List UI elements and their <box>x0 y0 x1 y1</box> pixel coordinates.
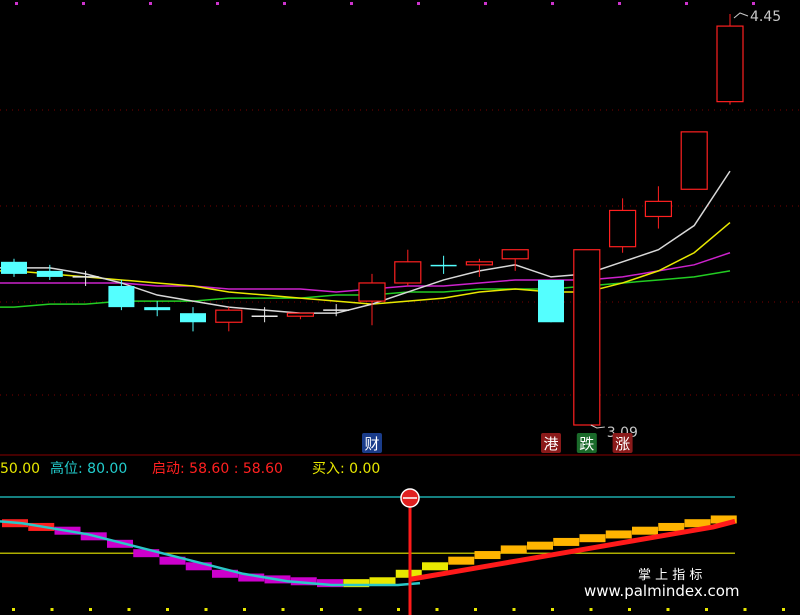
candle-body <box>358 282 386 302</box>
bottom-tick <box>743 608 747 611</box>
bottom-tick <box>512 608 516 611</box>
top-tick <box>752 2 755 5</box>
bottom-tick <box>12 608 15 611</box>
indicator-bar <box>474 551 501 560</box>
bottom-tick <box>705 608 708 611</box>
event-marker-label: 跌 <box>579 435 594 453</box>
top-tick <box>685 2 688 5</box>
bottom-tick <box>50 608 54 611</box>
candle-body <box>644 200 673 218</box>
candle-body <box>1 261 27 274</box>
candle-body <box>465 261 493 266</box>
candle <box>358 273 386 326</box>
candle-body <box>608 209 637 248</box>
legend-start: 启动: 58.60 : 58.60 <box>152 461 283 477</box>
bottom-tick <box>358 608 362 611</box>
top-tick <box>216 2 219 5</box>
candle <box>286 312 314 320</box>
top-tick <box>618 2 621 5</box>
bottom-tick <box>89 608 92 611</box>
candle-body <box>501 249 529 260</box>
candle-body <box>108 285 135 308</box>
event-marker-label: 港 <box>543 435 558 453</box>
candle <box>644 186 673 229</box>
indicator-legend: 50.00 高位: 80.00 启动: 58.60 : 58.60 买入: 0.… <box>0 460 380 477</box>
indicator-bar <box>422 562 448 571</box>
candle-body <box>144 307 171 311</box>
indicator-bar <box>500 545 527 554</box>
candle-body <box>215 309 243 323</box>
candle <box>180 307 206 332</box>
candle <box>465 258 493 277</box>
watermark-title: 掌 上 指 标 <box>638 568 702 583</box>
event-markers: 财港跌涨 <box>362 433 633 453</box>
candle <box>608 198 637 253</box>
event-marker: 财 <box>362 433 382 453</box>
event-marker-label: 涨 <box>615 435 630 453</box>
legend-buy: 买入: 0.00 <box>312 461 380 477</box>
candle-body <box>538 279 564 323</box>
indicator-bar <box>632 526 658 535</box>
top-tick <box>417 2 420 5</box>
high-pointer <box>733 12 749 19</box>
high-price-label: 4.45 <box>750 9 781 25</box>
top-tick <box>350 2 353 5</box>
bottom-tick <box>166 608 169 611</box>
candle <box>430 255 457 274</box>
candle <box>538 279 564 323</box>
candle-body <box>394 261 422 284</box>
candle <box>323 304 350 317</box>
event-marker-label: 财 <box>364 435 379 453</box>
candlesticks <box>1 14 744 426</box>
candle-body <box>680 131 708 190</box>
bottom-tick <box>435 608 439 611</box>
watermark-url: www.palmindex.com <box>584 582 740 600</box>
event-marker: 跌 <box>576 433 597 453</box>
bottom-tick <box>127 608 131 611</box>
event-marker: 港 <box>541 433 561 453</box>
candle-body <box>286 312 314 317</box>
bottom-tick <box>551 608 554 611</box>
top-tick <box>283 2 286 5</box>
top-tick <box>15 2 18 5</box>
indicator-bar <box>579 534 606 543</box>
candle-body <box>180 313 206 323</box>
indicator-bar <box>658 522 685 531</box>
legend-high-level: 高位: 80.00 <box>50 460 127 477</box>
candle <box>573 249 601 426</box>
watermark: 掌 上 指 标 www.palmindex.com <box>584 568 740 600</box>
candle <box>36 264 63 280</box>
candle-body <box>36 270 63 277</box>
event-marker: 涨 <box>612 433 633 453</box>
candle <box>144 301 171 317</box>
candle <box>215 307 243 332</box>
candle-body <box>573 249 601 426</box>
indicator-bar <box>553 537 580 546</box>
top-tick <box>82 2 85 5</box>
indicator-bar <box>527 541 553 550</box>
bottom-tick <box>281 608 285 611</box>
bottom-tick <box>782 608 785 611</box>
bottom-tick <box>666 608 670 611</box>
top-tick <box>484 2 487 5</box>
bottom-tick <box>589 608 593 611</box>
candle <box>716 14 744 105</box>
bottom-tick <box>320 608 323 611</box>
bottom-tick <box>243 608 246 611</box>
top-tick <box>149 2 152 5</box>
indicator-bar <box>605 530 632 539</box>
candle-body <box>716 25 744 103</box>
stock-chart: 4.45 3.09 财港跌涨 50.00 高位: 80.00 启动: 58.60… <box>0 2 800 615</box>
candle <box>394 249 422 286</box>
top-tick <box>551 2 554 5</box>
candle <box>680 131 708 190</box>
legend-mid-value: 50.00 <box>0 461 40 477</box>
bottom-tick <box>397 608 400 611</box>
candle <box>1 258 27 277</box>
indicator-bar <box>448 556 475 565</box>
bottom-tick <box>628 608 631 611</box>
candle-body <box>430 264 457 267</box>
bottom-tick <box>204 608 208 611</box>
bottom-tick <box>474 608 477 611</box>
